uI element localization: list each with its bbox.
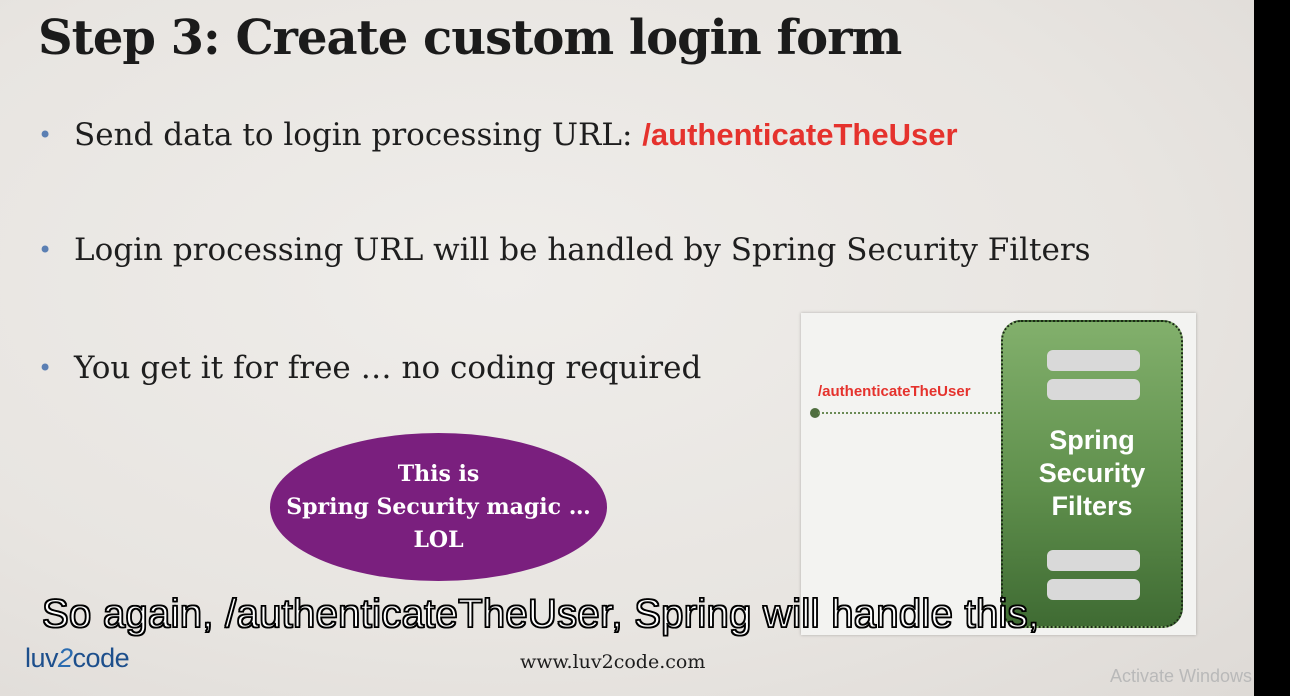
filter-slot xyxy=(1047,379,1140,400)
bullet-text: Send data to login processing URL: /auth… xyxy=(74,115,958,155)
luv2code-logo: luv2code xyxy=(25,643,130,674)
request-arrow-line xyxy=(818,412,1004,414)
bullet-dot-icon: • xyxy=(38,236,53,264)
filters-diagram: /authenticateTheUser Spring Security Fil… xyxy=(801,313,1196,635)
video-subtitle: So again, /authenticateTheUser, Spring w… xyxy=(41,591,1040,637)
magic-line-1: This is xyxy=(397,460,480,487)
filter-slot xyxy=(1047,550,1140,571)
magic-line-3: LOL xyxy=(413,526,464,553)
activation-watermark: Activate Windows xyxy=(1110,666,1253,686)
bullet-prefix: Send data to login processing URL: xyxy=(74,117,643,153)
filters-label-line-2: Security xyxy=(1038,458,1146,488)
filter-slot xyxy=(1047,350,1140,371)
bullet-dot-icon: • xyxy=(38,354,53,382)
logo-part-1: luv xyxy=(25,643,59,673)
bullet-text: Login processing URL will be handled by … xyxy=(74,232,1091,268)
spring-security-filters-box: Spring Security Filters xyxy=(1001,320,1183,628)
login-url-highlight: /authenticateTheUser xyxy=(642,117,958,152)
filters-label-line-3: Filters xyxy=(1051,491,1133,521)
slide-title: Step 3: Create custom login form xyxy=(38,10,902,66)
logo-part-3: code xyxy=(72,643,130,673)
bullet-dot-icon: • xyxy=(38,121,53,149)
filters-label: Spring Security Filters xyxy=(1003,424,1181,523)
magic-line-2: Spring Security magic … xyxy=(286,493,591,520)
filters-label-line-1: Spring xyxy=(1049,425,1135,455)
magic-bubble: This is Spring Security magic … LOL xyxy=(270,433,607,581)
diagram-url-label: /authenticateTheUser xyxy=(818,383,971,400)
filter-slot xyxy=(1047,579,1140,600)
bullet-text: You get it for free … no coding required xyxy=(74,350,702,386)
slide: Step 3: Create custom login form • Send … xyxy=(0,0,1254,696)
logo-part-2: 2 xyxy=(58,643,73,673)
footer-url: www.luv2code.com xyxy=(520,651,706,673)
right-black-bar xyxy=(1254,0,1290,696)
